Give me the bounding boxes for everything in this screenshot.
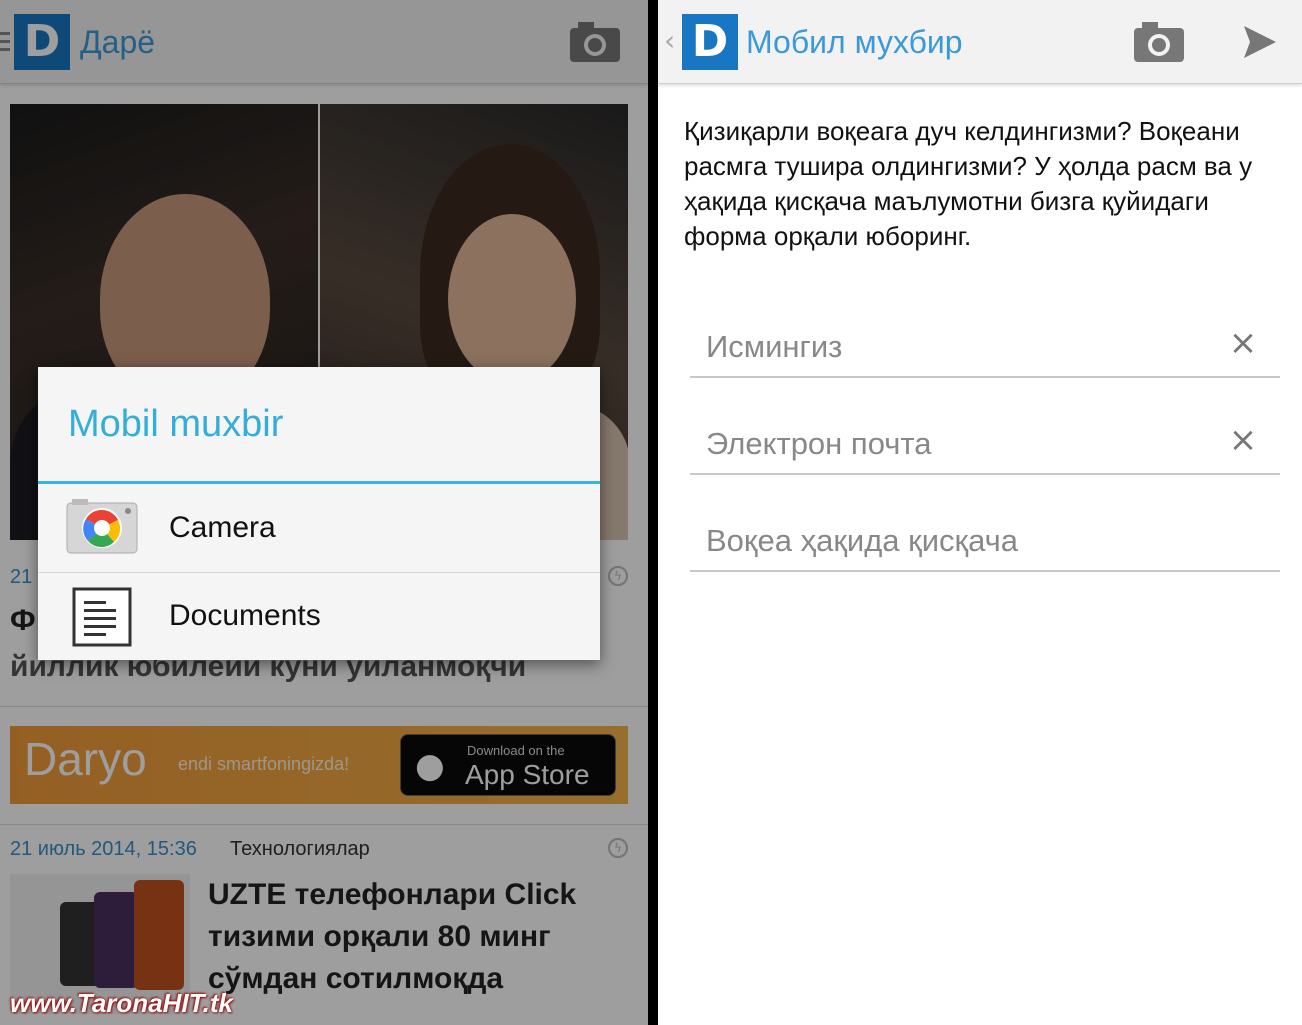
screen-title: Мобил мухбир [746, 24, 963, 60]
description-field[interactable] [690, 512, 1280, 572]
chooser-dialog: Mobil muxbir Camera Documents [38, 367, 600, 660]
email-field[interactable]: × [690, 415, 1280, 475]
clear-icon[interactable]: × [1228, 423, 1258, 457]
screen-divider [648, 0, 658, 1025]
send-icon[interactable] [1242, 24, 1278, 60]
camera-app-icon [66, 499, 138, 554]
description-input[interactable] [706, 518, 1206, 564]
documents-icon [72, 587, 132, 647]
email-input[interactable] [706, 421, 1206, 467]
name-input[interactable] [706, 324, 1206, 370]
option-camera[interactable]: Camera [38, 485, 600, 573]
watermark: www.TaronaHIT.tk [10, 988, 233, 1018]
option-documents[interactable]: Documents [38, 573, 600, 661]
dialog-title: Mobil muxbir [68, 403, 284, 445]
right-action-bar: ‹ D Мобил мухбир [658, 0, 1302, 84]
camera-icon[interactable] [1132, 20, 1186, 64]
daryo-logo[interactable]: D [682, 14, 738, 70]
option-label: Camera [169, 511, 276, 544]
right-screen: ‹ D Мобил мухбир Қизиқарли воқеага дуч к… [658, 0, 1302, 1025]
option-label: Documents [169, 599, 321, 632]
clear-icon[interactable]: × [1228, 326, 1258, 360]
left-screen: D Дарё 21 ϟ Ф йиллик юбилейи куни уйланм… [0, 0, 648, 1025]
name-field[interactable]: × [690, 318, 1280, 378]
back-icon[interactable]: ‹ [664, 24, 675, 57]
intro-text: Қизиқарли воқеага дуч келдингизми? Воқеа… [684, 116, 1253, 251]
dialog-title-rule [38, 481, 600, 484]
